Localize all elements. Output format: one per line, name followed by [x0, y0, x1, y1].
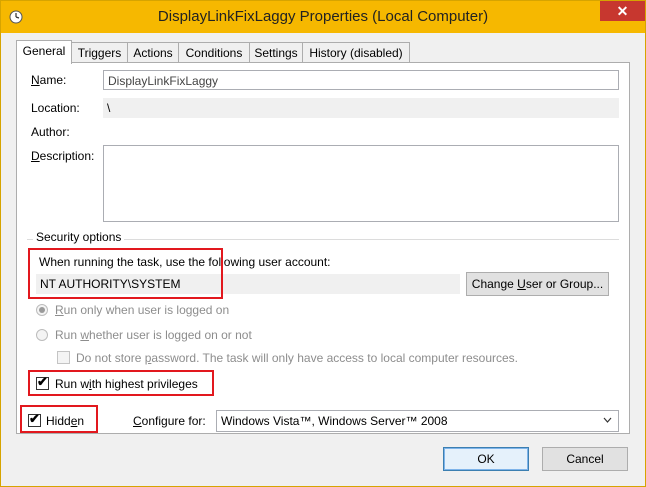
- location-value: \: [103, 98, 619, 118]
- tab-general[interactable]: General: [16, 40, 72, 64]
- tab-triggers[interactable]: Triggers: [71, 42, 128, 63]
- cancel-button[interactable]: Cancel: [542, 447, 628, 471]
- author-label: Author:: [31, 125, 70, 139]
- name-label: Name:: [31, 73, 67, 87]
- radio-selected-dot: [39, 307, 45, 313]
- no-store-password-label: Do not store password. The task will onl…: [76, 351, 518, 365]
- description-field[interactable]: [103, 145, 619, 222]
- close-icon: ✕: [616, 3, 629, 19]
- radio-run-logged-on[interactable]: [36, 304, 48, 316]
- change-user-button[interactable]: Change User or Group...: [466, 272, 609, 296]
- configure-for-value: Windows Vista™, Windows Server™ 2008: [221, 414, 448, 428]
- highlight-user-account: [28, 248, 223, 299]
- description-label: Description:: [31, 149, 95, 163]
- tab-conditions[interactable]: Conditions: [178, 42, 250, 63]
- highlight-highest-privileges: [28, 370, 214, 396]
- tab-settings[interactable]: Settings: [249, 42, 303, 63]
- window-title: DisplayLinkFixLaggy Properties (Local Co…: [157, 8, 489, 25]
- configure-for-select[interactable]: Windows Vista™, Windows Server™ 2008: [216, 410, 619, 432]
- close-button[interactable]: ✕: [600, 1, 645, 21]
- location-label: Location:: [31, 101, 80, 115]
- no-store-password-checkbox[interactable]: [57, 351, 70, 364]
- radio-run-logged-on-label: Run only when user is logged on: [55, 303, 230, 317]
- tab-history[interactable]: History (disabled): [302, 42, 410, 63]
- radio-run-whether-label: Run whether user is logged on or not: [55, 328, 252, 342]
- highlight-hidden: [20, 405, 98, 433]
- chevron-down-icon: [603, 410, 612, 436]
- radio-run-whether-logged-on[interactable]: [36, 329, 48, 341]
- ok-button[interactable]: OK: [443, 447, 529, 471]
- configure-for-label: Configure for:: [133, 414, 206, 428]
- security-group-label: Security options: [33, 230, 125, 244]
- name-field[interactable]: DisplayLinkFixLaggy: [103, 70, 619, 90]
- title-bar[interactable]: DisplayLinkFixLaggy Properties (Local Co…: [1, 1, 645, 33]
- tab-actions[interactable]: Actions: [127, 42, 179, 63]
